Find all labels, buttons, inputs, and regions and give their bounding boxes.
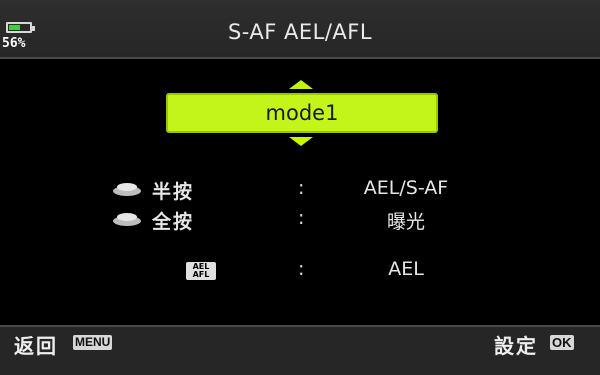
set-label: 設定 [494,334,538,358]
scroll-up-arrow-icon[interactable] [289,80,313,89]
header-divider [0,57,600,59]
setting-separator: : [298,207,305,229]
ael-icon-text-bottom: AFL [192,270,210,279]
setting-separator: : [298,258,305,280]
setting-value: 曝光 [386,211,425,233]
setting-row-ael-afl: AEL AFL : AEL [0,258,600,284]
ael-afl-button-icon: AEL AFL [186,262,216,280]
camera-menu-screen: 56% S-AF AEL/AFL mode1 半按 : AEL/S-AF 全按 … [0,0,600,375]
menu-button-icon: MENU [73,335,113,350]
setting-value: AEL/S-AF [363,177,449,199]
scroll-down-arrow-icon[interactable] [289,137,313,146]
setting-label: 半按 [152,181,195,203]
setting-value: AEL [388,258,424,280]
page-title: S-AF AEL/AFL [227,20,373,44]
setting-row-half-press: 半按 : AEL/S-AF [0,177,600,203]
back-label: 返回 [14,334,58,358]
mode-selector[interactable]: mode1 [166,93,438,133]
shutter-half-press-icon [113,183,141,197]
shutter-full-press-icon [113,213,141,227]
ok-button-icon: OK [550,335,574,350]
setting-row-full-press: 全按 : 曝光 [0,207,600,233]
setting-separator: : [298,177,305,199]
setting-label: 全按 [152,211,195,233]
